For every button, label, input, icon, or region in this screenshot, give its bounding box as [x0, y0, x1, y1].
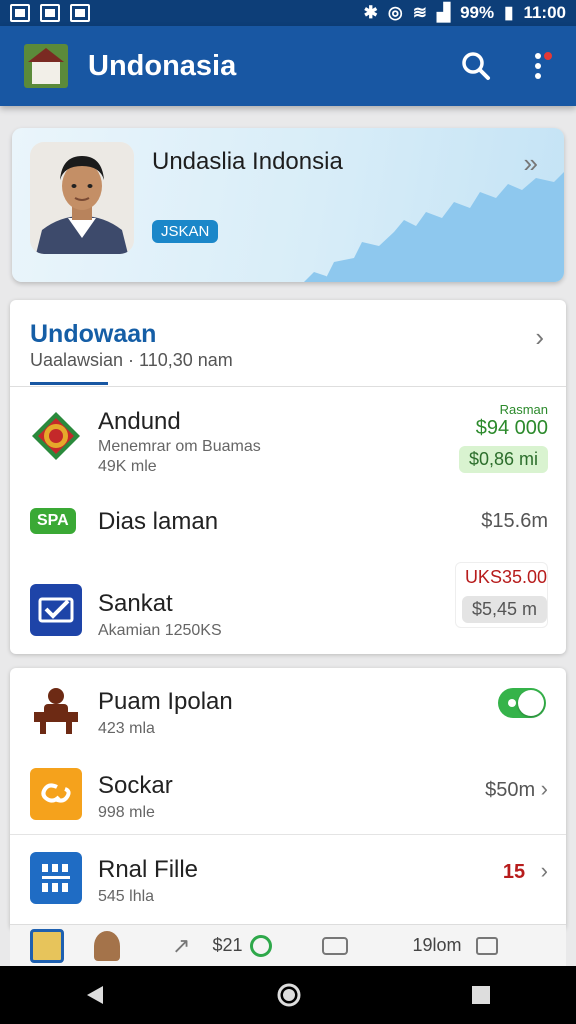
app-logo	[24, 44, 68, 88]
item-title: Puam Ipolan	[98, 688, 233, 715]
list-item-sockar[interactable]: Sockar 998 mle $50m ›	[10, 754, 566, 834]
list-item-rnal-fille[interactable]: Rnal Fille 545 lhla 15 ›	[10, 840, 566, 926]
settings-card: Puam Ipolan 423 mla Sockar 998 mle $50m …	[10, 668, 566, 930]
item-subtitle: 998 mle	[98, 804, 155, 821]
item-meta: 49K mle	[98, 458, 157, 475]
list-item-puam-ipolan[interactable]: Puam Ipolan 423 mla	[10, 668, 566, 748]
grid-tools-icon	[30, 852, 82, 904]
item-title: Dias laman	[98, 508, 219, 535]
item-subtitle: Akamian 1250KS	[98, 622, 222, 639]
profile-name: Undaslia Indonsia	[152, 148, 343, 175]
spa-badge: SPA	[30, 508, 76, 534]
item-value: $15.6m	[481, 510, 548, 532]
overflow-menu-button[interactable]	[516, 44, 560, 88]
mail-icon	[70, 4, 90, 22]
item-title: Andund	[98, 408, 181, 435]
section-subtitle: Uaalawsian · 110,30 nam	[30, 350, 233, 370]
chevron-right-icon: ›	[540, 858, 548, 883]
item-value: $50m	[485, 779, 536, 801]
toolbar-value: $21	[212, 935, 243, 955]
back-icon[interactable]	[85, 984, 107, 1006]
avatar[interactable]	[94, 930, 120, 961]
recents-icon[interactable]	[471, 985, 491, 1005]
divider	[10, 834, 566, 835]
item-subtitle: 423 mla	[98, 720, 155, 737]
id-card-icon[interactable]	[30, 928, 64, 963]
battery-icon: ▮	[504, 3, 514, 22]
map-illustration	[304, 172, 564, 282]
checkbox-envelope-icon	[30, 584, 82, 636]
more-vert-icon	[535, 53, 541, 79]
chevron-right-icon: ›	[540, 776, 548, 801]
notification-icon	[40, 4, 60, 22]
system-nav-bar	[0, 966, 576, 1024]
profile-card[interactable]: Undaslia Indonsia JSKAN »	[12, 128, 564, 282]
item-value: $94 000	[475, 417, 548, 439]
emblem-icon	[30, 410, 82, 462]
list-item-dias-laman[interactable]: SPA Dias laman $15.6m	[10, 492, 566, 552]
inbox-icon[interactable]	[322, 936, 349, 955]
item-title: Sockar	[98, 772, 173, 799]
app-bar: Undonasia	[0, 26, 576, 106]
item-title: Sankat	[98, 590, 173, 617]
list-item-andund[interactable]: Andund Menemrar om Buamas 49K mle Rasman…	[10, 396, 566, 492]
divider	[10, 386, 566, 387]
item-subtitle: 545 lhla	[98, 888, 155, 905]
avatar	[30, 142, 134, 254]
home-icon[interactable]	[276, 982, 302, 1008]
notification-dot	[542, 50, 554, 62]
item-pill: $0,86 mi	[458, 446, 548, 473]
chevron-right-icon[interactable]: ›	[535, 322, 544, 353]
section-title: Undowaan	[30, 320, 157, 348]
item-top-label: Rasman	[499, 402, 548, 417]
item-title: Rnal Fille	[98, 856, 199, 883]
list-item-sankat[interactable]: Sankat Akamian 1250KS UKS35.00 $5,45 m	[10, 562, 566, 652]
bottom-toolbar: ↗ $21 19lom	[10, 924, 566, 966]
item-subtitle: Menemrar om Buamas	[98, 438, 261, 455]
search-icon	[462, 52, 490, 80]
clock: 11:00	[523, 3, 566, 22]
toolbar-value: 19lom	[412, 935, 462, 955]
app-title: Undonasia	[88, 49, 237, 82]
item-value: UKS35.00	[464, 567, 547, 587]
monitor-icon[interactable]	[475, 936, 498, 955]
item-pill: $5,45 m	[461, 596, 547, 623]
search-button[interactable]	[454, 44, 498, 88]
tab-indicator	[30, 382, 108, 385]
alarm-icon: ◎	[387, 3, 403, 22]
location-icon[interactable]	[250, 934, 273, 957]
notification-icon	[10, 4, 30, 22]
bluetooth-icon: ✱	[363, 3, 378, 22]
chevron-double-right-icon: »	[523, 148, 538, 178]
toggle-switch[interactable]	[498, 688, 546, 718]
presenter-icon	[30, 684, 82, 736]
link-icon	[30, 768, 82, 820]
profile-badge: JSKAN	[152, 220, 219, 243]
signal-icon: ▟	[436, 3, 451, 22]
battery-percent: 99%	[460, 3, 495, 22]
item-count-badge: 15	[502, 861, 526, 883]
wifi-icon: ≋	[412, 3, 427, 22]
summary-card: Undowaan Uaalawsian · 110,30 nam › Andun…	[10, 300, 566, 654]
status-bar: ✱ ◎ ≋ ▟ 99% ▮ 11:00	[0, 0, 576, 26]
share-icon[interactable]: ↗	[172, 933, 190, 959]
